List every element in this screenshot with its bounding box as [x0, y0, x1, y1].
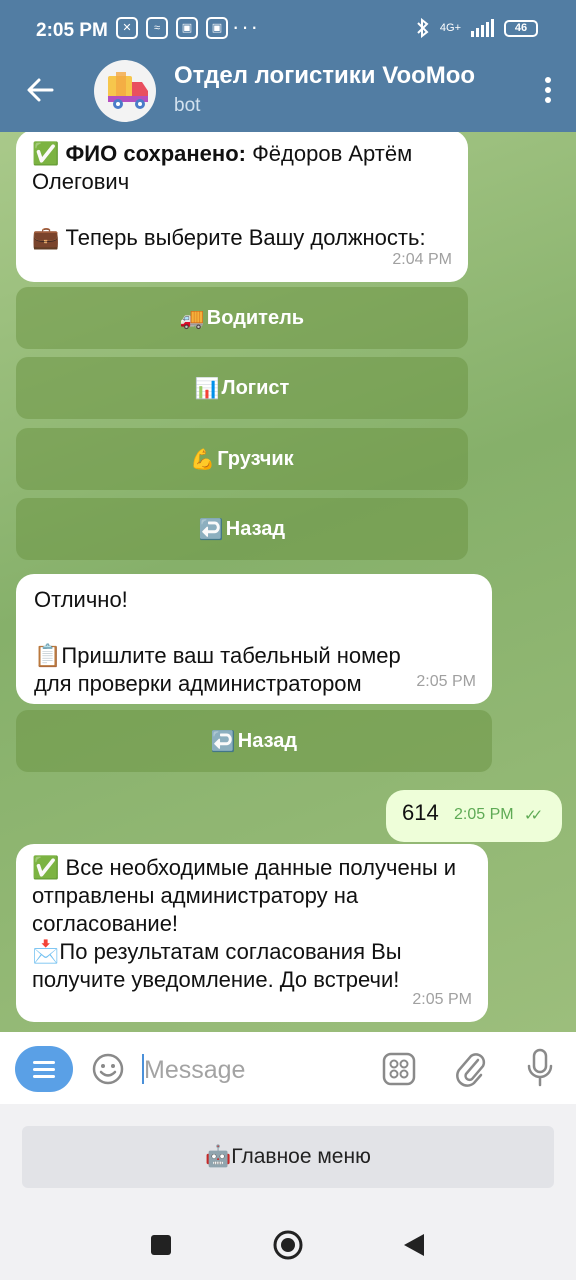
robot-emoji-icon: 🤖 — [205, 1145, 232, 1168]
button-label: Водитель — [206, 306, 305, 329]
message-time: 2:05 PM — [454, 806, 514, 823]
message-time: 2:05 PM — [412, 991, 472, 1008]
menu-icon — [33, 1061, 55, 1064]
button-label: Главное меню — [231, 1145, 371, 1168]
home-icon[interactable] — [272, 1229, 304, 1261]
reply-keyboard: 🤖 Главное меню — [0, 1104, 576, 1212]
status-time: 2:05 PM — [36, 20, 108, 41]
recent-apps-icon[interactable] — [150, 1234, 172, 1256]
inline-button-logist[interactable]: 📊 Логист — [16, 357, 468, 419]
system-navigation-bar — [0, 1212, 576, 1280]
envelope-emoji-icon: 📩 — [32, 939, 60, 964]
return-arrow-emoji-icon: ↩️ — [210, 730, 236, 753]
emoji-icon[interactable] — [91, 1052, 125, 1086]
incoming-message: ✅ ФИО сохранено: Фёдоров Артём Олегович … — [16, 132, 468, 282]
inline-button-back[interactable]: ↩️ Назад — [16, 498, 468, 560]
check-emoji-icon: ✅ — [32, 141, 60, 166]
chat-subtitle: bot — [174, 95, 201, 116]
message-time: 2:05 PM — [416, 673, 476, 690]
clipboard-emoji-icon: 📋 — [34, 643, 62, 668]
battery-icon: 46 — [504, 19, 538, 37]
more-options-icon[interactable] — [542, 74, 554, 106]
network-type: 4G+ — [439, 22, 461, 34]
message-line: 📋Пришлите ваш табельный номер для провер… — [34, 642, 474, 698]
battery-level: 46 — [514, 21, 528, 34]
outgoing-message: 614 2:05 PM ✓✓ — [386, 790, 562, 842]
chat-area[interactable]: ✅ ФИО сохранено: Фёдоров Артём Олегович … — [0, 132, 576, 1032]
return-arrow-emoji-icon: ↩️ — [198, 518, 224, 541]
signal-icon — [471, 19, 494, 37]
app-notification-icon: ≈ — [146, 17, 168, 39]
notification-icons: ✕ ≈ ▣ ▣ — [116, 17, 228, 39]
truck-emoji-icon: 🚚 — [179, 307, 205, 330]
notification-text: По результатам согласования Вы получите … — [32, 939, 402, 992]
inline-button-driver[interactable]: 🚚 Водитель — [16, 287, 468, 349]
paperclip-icon[interactable] — [454, 1050, 488, 1088]
app-header: 2:05 PM ✕ ≈ ▣ ▣ ··· 4G+ 46 Отдел логисти… — [0, 0, 576, 132]
status-bar: 2:05 PM ✕ ≈ ▣ ▣ ··· 4G+ 46 — [0, 0, 576, 62]
check-emoji-icon: ✅ — [32, 855, 60, 880]
button-label: Грузчик — [217, 447, 294, 470]
truck-logo-icon — [108, 72, 148, 109]
choose-position-text: Теперь выберите Вашу должность: — [65, 225, 426, 250]
mute-icon: ✕ — [116, 17, 138, 39]
bot-avatar[interactable] — [94, 60, 156, 122]
incoming-message: Отлично! 📋Пришлите ваш табельный номер д… — [16, 574, 492, 704]
commands-grid-icon[interactable] — [382, 1052, 416, 1086]
status-right: 4G+ 46 — [416, 18, 538, 38]
message-line: 💼 Теперь выберите Вашу должность: — [32, 224, 452, 252]
read-checkmarks-icon: ✓✓ — [524, 807, 543, 824]
main-menu-button[interactable]: 🤖 Главное меню — [22, 1126, 554, 1188]
data-received-text: Все необходимые данные получены и отправ… — [32, 855, 457, 936]
incoming-message: ✅ Все необходимые данные получены и отпр… — [16, 844, 488, 1022]
bot-menu-button[interactable] — [15, 1046, 73, 1092]
button-label: Назад — [237, 729, 298, 752]
app-notification-icon: ▣ — [206, 17, 228, 39]
inline-button-back[interactable]: ↩️ Назад — [16, 710, 492, 772]
back-triangle-icon[interactable] — [402, 1232, 426, 1258]
bluetooth-icon — [417, 18, 429, 38]
muscle-emoji-icon: 💪 — [190, 448, 216, 471]
back-arrow-icon[interactable] — [24, 74, 56, 106]
microphone-icon[interactable] — [526, 1048, 554, 1088]
message-line: ✅ ФИО сохранено: Фёдоров Артём Олегович — [32, 140, 452, 196]
briefcase-emoji-icon: 💼 — [32, 225, 60, 250]
button-label: Назад — [225, 517, 286, 540]
message-line: ✅ Все необходимые данные получены и отпр… — [32, 854, 472, 938]
send-number-text: Пришлите ваш табельный номер для проверк… — [34, 643, 401, 696]
message-text: 614 — [402, 800, 439, 825]
message-input[interactable] — [142, 1052, 366, 1088]
chat-title[interactable]: Отдел логистики VooMoo — [174, 62, 475, 90]
chart-emoji-icon: 📊 — [194, 377, 220, 400]
menu-icon — [33, 1068, 55, 1071]
great-text: Отлично! — [34, 587, 128, 612]
button-label: Логист — [221, 376, 290, 399]
app-notification-icon: ▣ — [176, 17, 198, 39]
message-line: 📩По результатам согласования Вы получите… — [32, 938, 472, 994]
inline-button-loader[interactable]: 💪 Грузчик — [16, 428, 468, 490]
more-notifications-icon: ··· — [232, 14, 260, 39]
menu-icon — [33, 1075, 55, 1078]
fio-saved-label: ФИО сохранено: — [65, 141, 246, 166]
message-input-bar — [0, 1032, 576, 1104]
message-time: 2:04 PM — [392, 251, 452, 268]
